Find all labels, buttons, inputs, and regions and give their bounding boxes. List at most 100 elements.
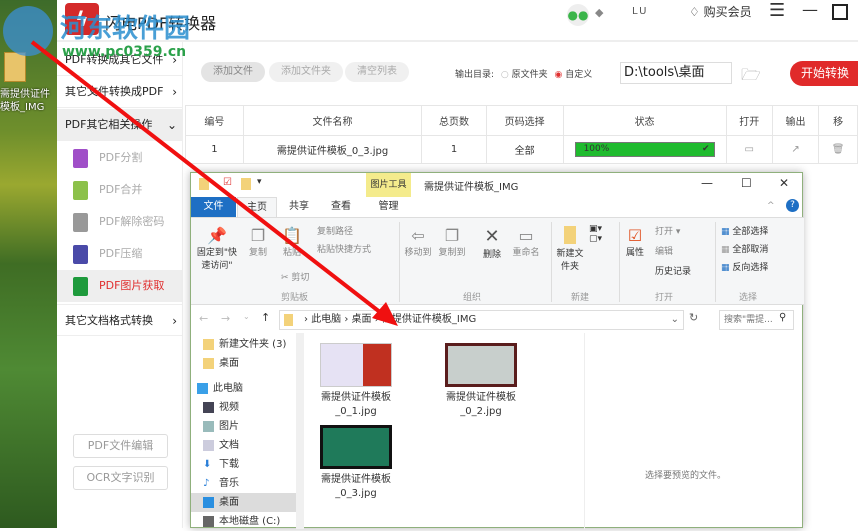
watermark-url: www.pc0359.cn xyxy=(62,44,187,60)
add-file-button[interactable]: 添加文件 xyxy=(201,62,265,82)
pdf-edit-button[interactable]: PDF文件编辑 xyxy=(73,434,168,458)
paste-shortcut-button[interactable]: 粘贴快捷方式 xyxy=(317,242,371,255)
properties-quick-icon[interactable]: ☑ xyxy=(223,177,232,188)
clear-list-button[interactable]: 清空列表 xyxy=(345,62,409,82)
pin-quick-access-button[interactable]: 📌 固定到"快速访问" xyxy=(195,226,239,271)
tab-home[interactable]: 主页 xyxy=(237,197,277,217)
collapse-ribbon-icon[interactable]: ^ xyxy=(767,201,775,211)
address-dropdown-icon[interactable]: ⌄ xyxy=(671,311,679,329)
ribbon-label: 剪切 xyxy=(291,273,310,283)
user-name[interactable]: LU xyxy=(632,6,648,17)
desktop-folder-icon[interactable] xyxy=(4,52,26,82)
tab-manage[interactable]: 管理 xyxy=(366,197,411,217)
copy-to-button[interactable]: ❐ 复制到 xyxy=(437,226,467,258)
sidebar-item-pdf-merge[interactable]: PDF合并 xyxy=(57,174,183,206)
sidebar-item-pdf-compress[interactable]: PDF压缩 xyxy=(57,238,183,270)
new-folder-button[interactable]: 新建文件夹 xyxy=(555,226,585,272)
table-row[interactable]: 1 需提供证件模板_0_3.jpg 1 全部 100% ✔ ▭ ↗ 🗑 xyxy=(185,135,858,164)
maximize-button[interactable]: ☐ xyxy=(741,176,752,190)
minimize-button[interactable]: — xyxy=(802,0,818,19)
select-none-button[interactable]: ▦ 全部取消 xyxy=(721,242,768,255)
preview-message: 选择要预览的文件。 xyxy=(645,471,727,481)
buy-vip-button[interactable]: ♢ 购买会员 xyxy=(689,3,752,20)
history-button[interactable]: 历史记录 xyxy=(655,264,691,277)
delete-button[interactable]: ✕ 删除 xyxy=(477,226,507,260)
select-all-button[interactable]: ▦ 全部选择 xyxy=(721,224,768,237)
properties-button[interactable]: ☑ 属性 xyxy=(623,226,647,258)
scrollbar[interactable] xyxy=(296,333,304,529)
refresh-icon[interactable]: ↻ xyxy=(689,311,698,324)
copy-button[interactable]: ❐ 复制 xyxy=(243,226,273,258)
radio-source-folder[interactable]: ○ xyxy=(501,70,509,80)
nav-item[interactable]: 图片 xyxy=(191,417,301,436)
sidebar-item-pdf-image-extract[interactable]: PDF图片获取 xyxy=(57,270,183,302)
nav-item[interactable]: 本地磁盘 (C:) xyxy=(191,512,301,531)
nav-item[interactable]: 视频 xyxy=(191,398,301,417)
export-icon[interactable]: ↗ xyxy=(771,135,820,164)
copy-path-button[interactable]: 复制路径 xyxy=(317,224,353,237)
sidebar-label: 其它文档格式转换 xyxy=(65,314,153,327)
move-to-button[interactable]: ⇦ 移动到 xyxy=(403,226,433,258)
col-header: 编号 xyxy=(185,105,244,136)
open-icon[interactable]: ▭ xyxy=(725,135,773,164)
tab-share[interactable]: 共享 xyxy=(279,197,319,217)
sidebar-other-doc-convert[interactable]: 其它文档格式转换 › xyxy=(57,304,183,336)
nav-item-selected[interactable]: 桌面 xyxy=(191,493,301,512)
nav-item[interactable]: ♪ 音乐 xyxy=(191,474,301,493)
radio-custom[interactable]: ◉ xyxy=(555,70,563,80)
invert-selection-button[interactable]: ▦ 反向选择 xyxy=(721,260,768,273)
sidebar-item-pdf-unlock[interactable]: PDF解除密码 xyxy=(57,206,183,238)
breadcrumb-item[interactable]: 桌面 xyxy=(352,314,372,325)
cut-button[interactable]: ✂ 剪切 xyxy=(281,270,309,283)
minimize-button[interactable]: — xyxy=(701,176,713,190)
breadcrumb-item[interactable]: 此电脑 xyxy=(311,314,341,325)
nav-item[interactable]: 文档 xyxy=(191,436,301,455)
nav-label: 此电脑 xyxy=(213,383,243,394)
start-convert-button[interactable]: 开始转换 xyxy=(790,61,858,86)
cell-range[interactable]: 全部 xyxy=(485,135,564,164)
output-path-input[interactable]: D:\tools\桌面 xyxy=(620,62,732,84)
up-icon[interactable]: ↑ xyxy=(261,311,270,324)
open-button[interactable]: 打开 ▾ xyxy=(655,224,680,237)
ocr-button[interactable]: OCR文字识别 xyxy=(73,466,168,490)
check-icon: ✔ xyxy=(702,144,710,154)
sidebar-item-pdf-split[interactable]: PDF分割 xyxy=(57,142,183,174)
pdf-merge-icon xyxy=(73,181,88,200)
forward-icon[interactable]: → xyxy=(221,312,230,325)
file-item[interactable]: 需提供证件模板 _0_2.jpg xyxy=(441,343,521,419)
menu-icon[interactable]: ☰ xyxy=(769,0,785,21)
nav-item[interactable]: 桌面 xyxy=(191,354,301,373)
help-icon[interactable]: ? xyxy=(786,199,799,212)
tab-view[interactable]: 查看 xyxy=(321,197,361,217)
paste-button[interactable]: 📋 粘贴 xyxy=(277,226,307,258)
delete-icon[interactable]: 🗑 xyxy=(818,135,858,164)
rename-button[interactable]: ▭ 重命名 xyxy=(509,226,543,258)
pictures-icon xyxy=(203,421,214,432)
maximize-button[interactable] xyxy=(832,4,848,20)
navigation-pane: 新建文件夹 (3) 桌面 此电脑 视频 图片 文档 ⬇ 下载 ♪ 音乐 桌面 本地磁… xyxy=(191,333,304,529)
edit-button[interactable]: 编辑 xyxy=(655,244,673,257)
folder-open-icon[interactable]: 🗁 xyxy=(741,64,761,91)
address-bar[interactable]: › 此电脑 › 桌面 › 需提供证件模板_IMG ⌄ xyxy=(279,310,684,330)
nav-item[interactable]: 新建文件夹 (3) xyxy=(191,335,301,354)
tab-file[interactable]: 文件 xyxy=(191,197,236,217)
quick-access-dropdown-icon[interactable]: ▾ xyxy=(257,177,262,187)
properties-icon: ☑ xyxy=(627,226,643,245)
diamond-icon[interactable]: ◆ xyxy=(595,6,603,19)
folder-icon xyxy=(203,339,214,350)
breadcrumb-item[interactable]: 需提供证件模板_IMG xyxy=(382,314,476,325)
sidebar-other-to-pdf[interactable]: 其它文件转换成PDF › xyxy=(57,76,183,108)
new-item-icon[interactable]: ▣▾ ▢▾ xyxy=(589,224,602,244)
nav-item[interactable]: 此电脑 xyxy=(191,379,301,398)
file-item[interactable]: 需提供证件模板 _0_1.jpg xyxy=(316,343,396,419)
recent-dropdown-icon[interactable]: ⌄ xyxy=(243,312,250,321)
new-folder-quick-icon[interactable] xyxy=(241,178,251,190)
back-icon[interactable]: ← xyxy=(199,312,208,325)
file-item[interactable]: 需提供证件模板 _0_3.jpg xyxy=(316,425,396,501)
sidebar-pdf-other-ops[interactable]: PDF其它相关操作 ⌄ xyxy=(57,109,183,141)
wechat-icon[interactable]: ●● xyxy=(567,4,589,26)
nav-item[interactable]: ⬇ 下载 xyxy=(191,455,301,474)
folder-icon xyxy=(284,314,293,326)
add-folder-button[interactable]: 添加文件夹 xyxy=(269,62,343,82)
close-button[interactable]: ✕ xyxy=(779,176,789,190)
